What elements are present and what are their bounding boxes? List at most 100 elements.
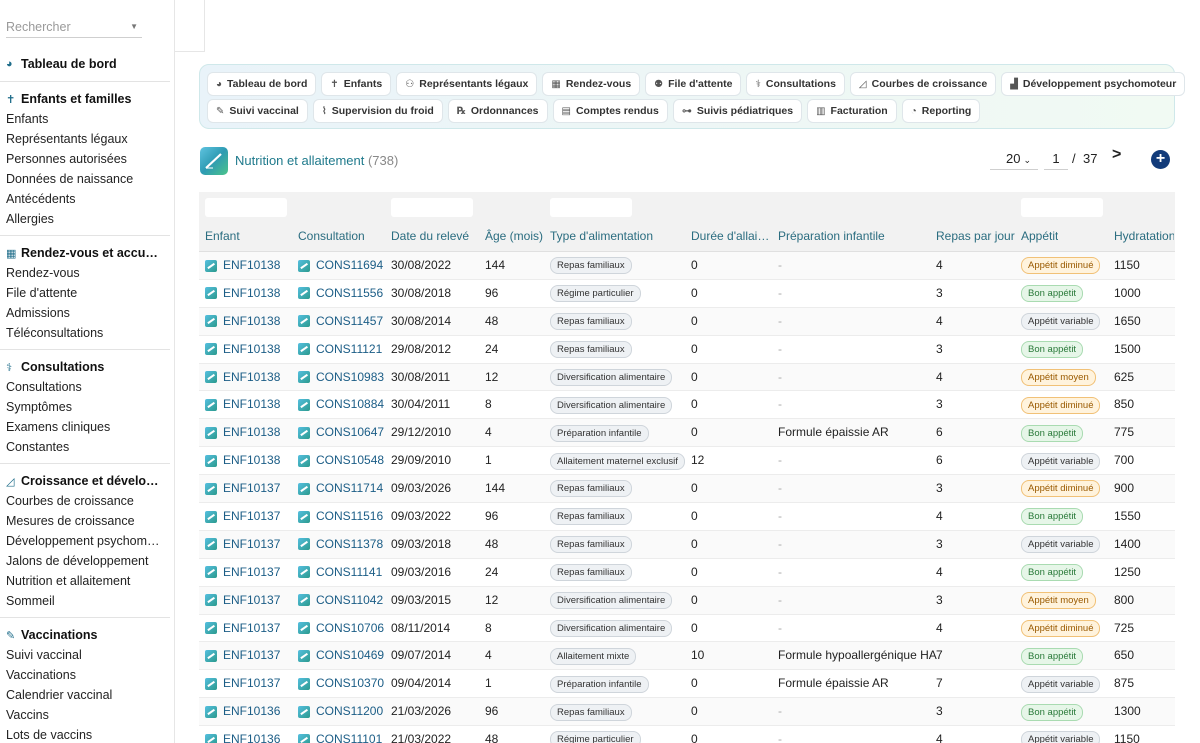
consultation-link[interactable]: CONS11141 — [298, 559, 382, 586]
sidebar-item[interactable]: Données de naissance — [0, 169, 170, 189]
sidebar-section-header[interactable]: ✎ Vaccinations — [0, 625, 170, 645]
table-row[interactable]: ENF10137 CONS11141 09/03/2016 24 Repas famil… — [199, 559, 1175, 587]
table-row[interactable]: ENF10137 CONS10469 09/07/2014 4 Allaitement … — [199, 642, 1175, 671]
nav-button[interactable]: ▥ Facturation — [807, 99, 897, 123]
consultation-link[interactable]: CONS11042 — [298, 587, 383, 614]
column-header[interactable]: Enfant — [205, 229, 240, 243]
consultation-link[interactable]: CONS11200 — [298, 698, 383, 725]
child-link[interactable]: ENF10138 — [205, 447, 280, 474]
sidebar-item[interactable]: Calendrier vaccinal — [0, 685, 170, 705]
sidebar-item[interactable]: Sommeil — [0, 591, 170, 611]
column-header[interactable]: Âge (mois) — [485, 229, 543, 243]
nav-button[interactable]: ◕ Tableau de bord — [207, 72, 317, 96]
nav-button[interactable]: ⊶ Suivis pédiatriques — [672, 99, 803, 123]
sidebar-item[interactable]: Symptômes — [0, 397, 170, 417]
nav-button[interactable]: ✝ Enfants — [321, 72, 392, 96]
column-header[interactable]: Repas par jour — [936, 229, 1015, 243]
child-link[interactable]: ENF10137 — [205, 642, 280, 669]
child-link[interactable]: ENF10138 — [205, 391, 280, 418]
table-row[interactable]: ENF10138 CONS11121 29/08/2012 24 Repas famil… — [199, 336, 1175, 364]
sidebar-section-header[interactable]: ⚕ Consultations — [0, 357, 170, 377]
child-link[interactable]: ENF10136 — [205, 726, 280, 743]
column-header[interactable]: Appétit — [1021, 229, 1058, 243]
consultation-link[interactable]: CONS11714 — [298, 475, 383, 502]
table-row[interactable]: ENF10138 CONS11556 30/08/2018 96 Régime part… — [199, 280, 1175, 308]
sidebar-item[interactable]: Lots de vaccins — [0, 725, 170, 743]
sidebar-item[interactable]: Vaccinations — [0, 665, 170, 685]
sidebar-item[interactable]: Mesures de croissance — [0, 511, 170, 531]
column-header[interactable]: Hydratation — [1114, 229, 1174, 243]
sidebar-item[interactable]: Développement psychom… — [0, 531, 170, 551]
child-link[interactable]: ENF10138 — [205, 419, 280, 446]
sidebar-item[interactable]: Rendez-vous — [0, 263, 170, 283]
child-link[interactable]: ENF10137 — [205, 559, 280, 586]
child-link[interactable]: ENF10137 — [205, 670, 280, 697]
child-link[interactable]: ENF10138 — [205, 280, 280, 307]
table-row[interactable]: ENF10137 CONS10370 09/04/2014 1 Préparation … — [199, 670, 1175, 699]
sidebar-item[interactable]: File d'attente — [0, 283, 170, 303]
table-row[interactable]: ENF10137 CONS11516 09/03/2022 96 Repas famil… — [199, 503, 1175, 531]
table-row[interactable]: ENF10136 CONS11101 21/03/2022 48 Régime part… — [199, 726, 1175, 743]
nav-button[interactable]: ▟ Développement psychomoteur — [1001, 72, 1186, 96]
page-number-input[interactable]: 1 — [1044, 148, 1068, 170]
consultation-link[interactable]: CONS10548 — [298, 447, 384, 474]
child-link[interactable]: ENF10136 — [205, 698, 280, 725]
column-filter-input[interactable] — [550, 198, 632, 217]
column-header[interactable]: Consultation — [298, 229, 365, 243]
sidebar-item[interactable]: Examens cliniques — [0, 417, 170, 437]
column-header[interactable]: Durée d'allai… — [691, 229, 769, 243]
table-row[interactable]: ENF10137 CONS11378 09/03/2018 48 Repas famil… — [199, 530, 1175, 559]
column-filter-input[interactable] — [391, 198, 473, 217]
child-link[interactable]: ENF10138 — [205, 252, 280, 279]
sidebar-section-header[interactable]: ✝ Enfants et familles — [0, 89, 170, 109]
child-link[interactable]: ENF10137 — [205, 615, 280, 642]
table-row[interactable]: ENF10137 CONS10706 08/11/2014 8 Diversificat… — [199, 615, 1175, 643]
consultation-link[interactable]: CONS11516 — [298, 503, 383, 530]
consultation-link[interactable]: CONS11101 — [298, 726, 382, 743]
nav-button[interactable]: ▤ Comptes rendus — [552, 99, 668, 123]
sidebar-item[interactable]: Constantes — [0, 437, 170, 457]
consultation-link[interactable]: CONS11457 — [298, 308, 383, 335]
consultation-link[interactable]: CONS10469 — [298, 642, 384, 669]
nav-button[interactable]: ⚉ File d'attente — [645, 72, 742, 96]
sidebar-item[interactable]: Antécédents — [0, 189, 170, 209]
sidebar-item[interactable]: Suivi vaccinal — [0, 645, 170, 665]
sidebar-dashboard[interactable]: ◕ Tableau de bord — [0, 54, 170, 74]
consultation-link[interactable]: CONS10706 — [298, 615, 384, 642]
child-link[interactable]: ENF10137 — [205, 503, 280, 530]
child-link[interactable]: ENF10138 — [205, 308, 280, 335]
sidebar-item[interactable]: Enfants — [0, 109, 170, 129]
child-link[interactable]: ENF10138 — [205, 364, 280, 391]
sidebar-item[interactable]: Téléconsultations — [0, 323, 170, 343]
table-row[interactable]: ENF10138 CONS11457 30/08/2014 48 Repas famil… — [199, 307, 1175, 336]
next-page-icon[interactable]: > — [1112, 146, 1121, 164]
nav-button[interactable]: ◿ Courbes de croissance — [849, 72, 997, 96]
sidebar-item[interactable]: Courbes de croissance — [0, 491, 170, 511]
sidebar-item[interactable]: Allergies — [0, 209, 170, 229]
sidebar-item[interactable]: Nutrition et allaitement — [0, 571, 170, 591]
sidebar-item[interactable]: Admissions — [0, 303, 170, 323]
consultation-link[interactable]: CONS10370 — [298, 670, 384, 697]
column-header[interactable]: Date du relevé — [391, 229, 469, 243]
page-size-select[interactable]: 20 ⌄ — [990, 148, 1038, 170]
table-row[interactable]: ENF10137 CONS11042 09/03/2015 12 Diversifica… — [199, 586, 1175, 615]
child-link[interactable]: ENF10137 — [205, 475, 280, 502]
sidebar-section-header[interactable]: ▦ Rendez-vous et accu… — [0, 243, 170, 263]
sidebar-item[interactable]: Vaccins — [0, 705, 170, 725]
sidebar-item[interactable]: Consultations — [0, 377, 170, 397]
nav-button[interactable]: ▦ Rendez-vous — [542, 72, 641, 96]
table-row[interactable]: ENF10138 CONS10647 29/12/2010 4 Préparation … — [199, 419, 1175, 448]
column-filter-input[interactable] — [1021, 198, 1103, 217]
add-record-button[interactable]: + — [1151, 150, 1170, 169]
sidebar-item[interactable]: Jalons de développement — [0, 551, 170, 571]
column-header[interactable]: Type d'alimentation — [550, 229, 653, 243]
nav-button[interactable]: ◔ Reporting — [901, 99, 981, 123]
consultation-link[interactable]: CONS10884 — [298, 391, 384, 418]
table-row[interactable]: ENF10138 CONS10548 29/09/2010 1 Allaitement … — [199, 447, 1175, 476]
consultation-link[interactable]: CONS11121 — [298, 336, 382, 363]
consultation-link[interactable]: CONS10647 — [298, 419, 384, 446]
child-link[interactable]: ENF10137 — [205, 587, 280, 614]
consultation-link[interactable]: CONS11694 — [298, 252, 383, 279]
sidebar-section-header[interactable]: ◿ Croissance et dévelo… — [0, 471, 170, 491]
table-row[interactable]: ENF10137 CONS11714 09/03/2026 144 Repas fami… — [199, 475, 1175, 504]
